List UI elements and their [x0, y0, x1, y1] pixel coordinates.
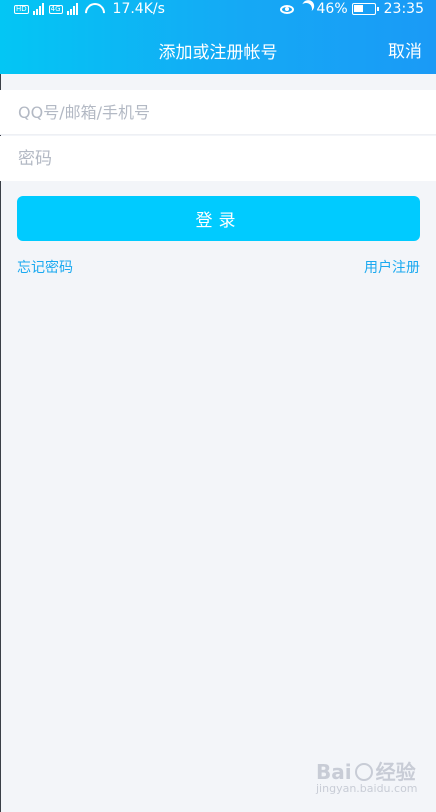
cancel-button[interactable]: 取消	[388, 37, 422, 62]
signal-icon	[32, 3, 45, 15]
watermark-brand-b: 经验	[375, 760, 416, 784]
battery-icon	[351, 3, 379, 15]
status-left: HD 4G 17.4K/s	[14, 0, 165, 18]
status-bar: HD 4G 17.4K/s 46% 23:35	[0, 0, 436, 18]
form-gap	[0, 74, 436, 90]
password-input[interactable]	[0, 136, 436, 181]
left-edge-divider	[0, 74, 1, 812]
network-badge: 4G	[48, 4, 63, 14]
top-bar: HD 4G 17.4K/s 46% 23:35 添加或注册帐号 取消	[0, 0, 436, 74]
hd-badge: HD	[14, 4, 29, 14]
clock: 23:35	[383, 1, 424, 17]
register-link[interactable]: 用户注册	[364, 257, 420, 277]
login-button[interactable]: 登录	[17, 196, 420, 241]
account-input[interactable]	[0, 90, 436, 135]
watermark-sub: jingyan.baidu.com	[316, 782, 418, 795]
watermark-brand-a: Bai	[316, 760, 352, 784]
eye-comfort-icon	[279, 4, 294, 14]
battery-percent: 46%	[316, 1, 348, 17]
battery-fill	[353, 5, 363, 12]
status-right: 46% 23:35	[279, 0, 424, 18]
network-speed: 17.4K/s	[112, 1, 165, 17]
moon-icon	[298, 1, 313, 16]
wifi-icon	[85, 3, 101, 15]
signal-icon-2	[66, 3, 79, 15]
forgot-password-link[interactable]: 忘记密码	[17, 257, 73, 277]
paw-icon	[354, 763, 373, 781]
baidu-watermark: Bai 经验 jingyan.baidu.com	[316, 756, 426, 796]
page-title: 添加或注册帐号	[158, 43, 278, 63]
